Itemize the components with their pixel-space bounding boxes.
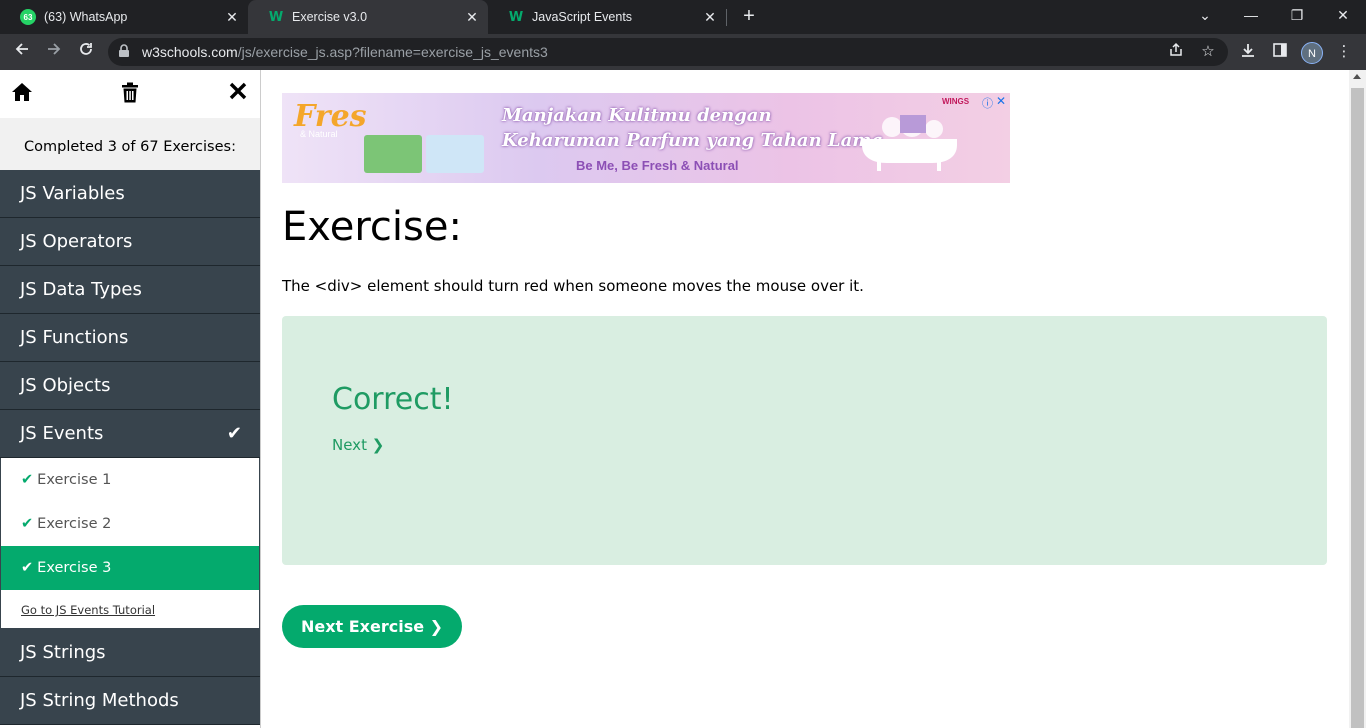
address-bar[interactable]: w3schools.com/js/exercise_js.asp?filenam… <box>108 38 1228 66</box>
bookmark-star-icon[interactable]: ☆ <box>1198 42 1218 62</box>
ad-product-image <box>364 135 422 173</box>
menu-kebab-icon[interactable]: ⋮ <box>1334 42 1354 62</box>
sidebar-item-js-events[interactable]: JS Events ✔ <box>0 410 260 458</box>
sidebar-item-js-variables[interactable]: JS Variables <box>0 170 260 218</box>
home-icon[interactable] <box>10 82 34 106</box>
exercise-item-2[interactable]: ✔ Exercise 2 <box>1 502 259 546</box>
checkmark-icon: ✔ <box>21 560 34 576</box>
checkmark-icon: ✔ <box>21 472 34 488</box>
ad-product-image <box>426 135 484 173</box>
minimize-button[interactable]: — <box>1228 0 1274 30</box>
ad-sponsor-logo: WINGS <box>942 97 970 106</box>
tab-search-icon[interactable]: ⌄ <box>1182 0 1228 30</box>
profile-avatar[interactable]: N <box>1301 42 1323 64</box>
back-icon[interactable] <box>8 38 36 66</box>
w3schools-icon: W <box>508 9 524 25</box>
scroll-up-icon[interactable] <box>1353 74 1361 79</box>
next-exercise-button[interactable]: Next Exercise ❯ <box>282 605 462 648</box>
close-tab-icon[interactable]: ✕ <box>702 9 718 25</box>
exercise-label: Exercise 1 <box>37 472 112 488</box>
restore-button[interactable]: ❐ <box>1274 0 1320 30</box>
exercise-item-1[interactable]: ✔ Exercise 1 <box>1 458 259 502</box>
side-panel-icon[interactable] <box>1270 42 1290 62</box>
exercise-label: Exercise 2 <box>37 516 112 532</box>
exercise-item-3[interactable]: ✔ Exercise 3 <box>1 546 259 590</box>
close-window-button[interactable]: ✕ <box>1320 0 1366 30</box>
close-icon[interactable] <box>226 82 250 106</box>
w3schools-icon: W <box>268 9 284 25</box>
sidebar-item-js-data-types[interactable]: JS Data Types <box>0 266 260 314</box>
page-scrollbar[interactable] <box>1349 70 1366 728</box>
forward-icon[interactable] <box>40 38 68 66</box>
tab-bar: 63 (63) WhatsApp ✕ W Exercise v3.0 ✕ W J… <box>0 0 1366 34</box>
ad-banner[interactable]: Fres & Natural Manjakan Kulitmu dengan K… <box>282 93 1010 183</box>
exercise-sidebar: Completed 3 of 67 Exercises: JS Variable… <box>0 70 261 728</box>
sidebar-item-label: JS Events <box>20 423 104 444</box>
ad-close-icon[interactable]: ✕ <box>996 94 1006 108</box>
new-tab-button[interactable]: + <box>738 5 760 27</box>
exercise-label: Exercise 3 <box>37 560 112 576</box>
checkmark-icon: ✔ <box>226 423 242 444</box>
completion-status: Completed 3 of 67 Exercises: <box>0 118 260 170</box>
checkmark-icon: ✔ <box>21 516 34 532</box>
ad-bathtub-image <box>862 115 957 171</box>
result-heading: Correct! <box>332 382 454 417</box>
result-panel: Correct! Next ❯ <box>282 316 1327 565</box>
tab-title: JavaScript Events <box>532 10 633 24</box>
page-title: Exercise: <box>282 204 462 250</box>
tab-title: (63) WhatsApp <box>44 10 128 24</box>
share-icon[interactable] <box>1166 42 1186 62</box>
sidebar-item-js-functions[interactable]: JS Functions <box>0 314 260 362</box>
trash-icon[interactable] <box>118 82 142 106</box>
tab-separator <box>726 9 727 26</box>
scrollbar-thumb[interactable] <box>1351 88 1364 728</box>
browser-toolbar: w3schools.com/js/exercise_js.asp?filenam… <box>0 34 1366 70</box>
tutorial-link[interactable]: Go to JS Events Tutorial <box>1 590 259 628</box>
sidebar-item-js-string-methods[interactable]: JS String Methods <box>0 677 260 725</box>
ad-info-icon[interactable]: ⓘ <box>982 95 993 111</box>
exercise-list: ✔ Exercise 1 ✔ Exercise 2 ✔ Exercise 3 Go t… <box>0 458 260 629</box>
sidebar-header <box>0 70 260 118</box>
tab-whatsapp[interactable]: 63 (63) WhatsApp ✕ <box>0 0 248 34</box>
ad-headline: Keharuman Parfum yang Tahan Lama <box>502 130 883 151</box>
ad-brand-sub: & Natural <box>300 129 338 139</box>
close-tab-icon[interactable]: ✕ <box>224 9 240 25</box>
close-tab-icon[interactable]: ✕ <box>464 9 480 25</box>
reload-icon[interactable] <box>72 38 100 66</box>
exercise-instruction: The <div> element should turn red when s… <box>282 277 864 295</box>
url-path: /js/exercise_js.asp?filename=exercise_js… <box>237 44 548 60</box>
lock-icon[interactable] <box>118 44 132 60</box>
whatsapp-icon: 63 <box>20 9 36 25</box>
download-icon[interactable] <box>1238 42 1258 62</box>
url-text[interactable]: w3schools.com/js/exercise_js.asp?filenam… <box>142 44 548 60</box>
next-link[interactable]: Next ❯ <box>332 436 384 454</box>
ad-tagline: Be Me, Be Fresh & Natural <box>576 158 739 173</box>
url-host: w3schools.com <box>142 44 238 60</box>
tab-title: Exercise v3.0 <box>292 10 368 24</box>
sidebar-item-js-strings[interactable]: JS Strings <box>0 629 260 677</box>
tab-exercise[interactable]: W Exercise v3.0 ✕ <box>248 0 488 34</box>
sidebar-item-js-operators[interactable]: JS Operators <box>0 218 260 266</box>
sidebar-item-js-objects[interactable]: JS Objects <box>0 362 260 410</box>
tab-javascript-events[interactable]: W JavaScript Events ✕ <box>488 0 726 34</box>
ad-headline: Manjakan Kulitmu dengan <box>502 105 772 126</box>
